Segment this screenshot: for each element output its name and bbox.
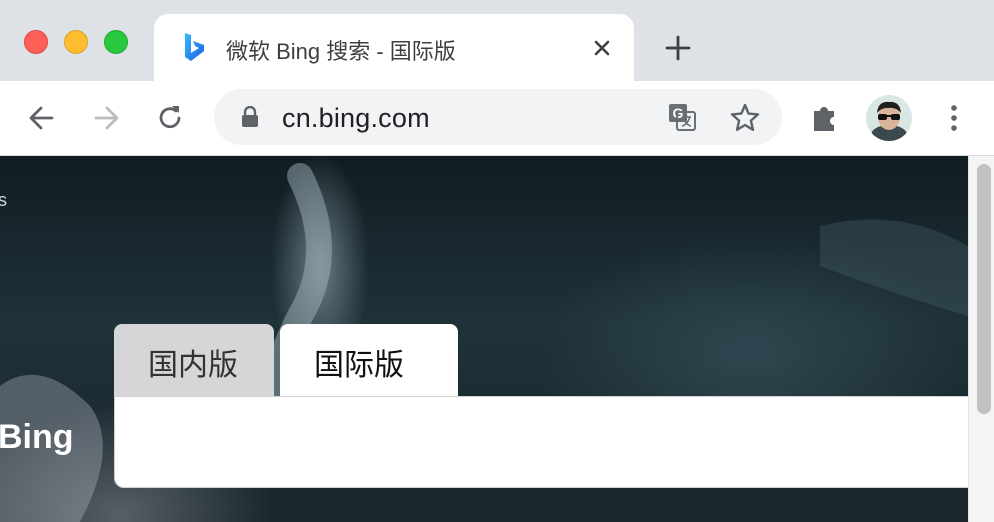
browser-tab-active[interactable]: 微软 Bing 搜索 - 国际版 (154, 14, 634, 86)
url-text[interactable]: cn.bing.com (282, 103, 430, 134)
background-text-fragment: s (0, 190, 7, 210)
address-bar[interactable]: cn.bing.com G (214, 89, 782, 145)
bing-homepage: s Bing 国内版 国际版 (0, 156, 994, 522)
browser-titlebar: 微软 Bing 搜索 - 国际版 (0, 0, 994, 86)
bing-icon (185, 33, 204, 61)
lock-icon[interactable] (240, 106, 260, 128)
minimize-window-button[interactable] (64, 30, 88, 54)
menu-icon[interactable] (936, 100, 972, 136)
bing-logo-text: Bing (0, 418, 74, 456)
tab-domestic[interactable]: 国内版 (114, 324, 274, 398)
scrollbar-thumb[interactable] (977, 164, 991, 414)
tab-domestic-label: 国内版 (148, 349, 238, 382)
forward-icon[interactable] (88, 100, 124, 136)
reload-icon[interactable] (152, 100, 188, 136)
close-tab-icon[interactable] (588, 34, 616, 62)
new-tab-icon[interactable] (662, 32, 694, 64)
avatar[interactable] (866, 95, 912, 141)
close-window-button[interactable] (24, 30, 48, 54)
zoom-window-button[interactable] (104, 30, 128, 54)
browser-toolbar: cn.bing.com G (0, 81, 994, 156)
tab-title: 微软 Bing 搜索 - 国际版 (226, 39, 456, 64)
profile-avatar-icon (866, 95, 912, 141)
extensions-icon[interactable] (808, 99, 844, 135)
translate-icon[interactable]: G (666, 101, 698, 133)
star-icon[interactable] (728, 101, 762, 135)
back-icon[interactable] (24, 100, 60, 136)
tab-international[interactable]: 国际版 (280, 324, 458, 400)
tab-international-label: 国际版 (314, 349, 404, 382)
search-input[interactable] (114, 396, 984, 488)
